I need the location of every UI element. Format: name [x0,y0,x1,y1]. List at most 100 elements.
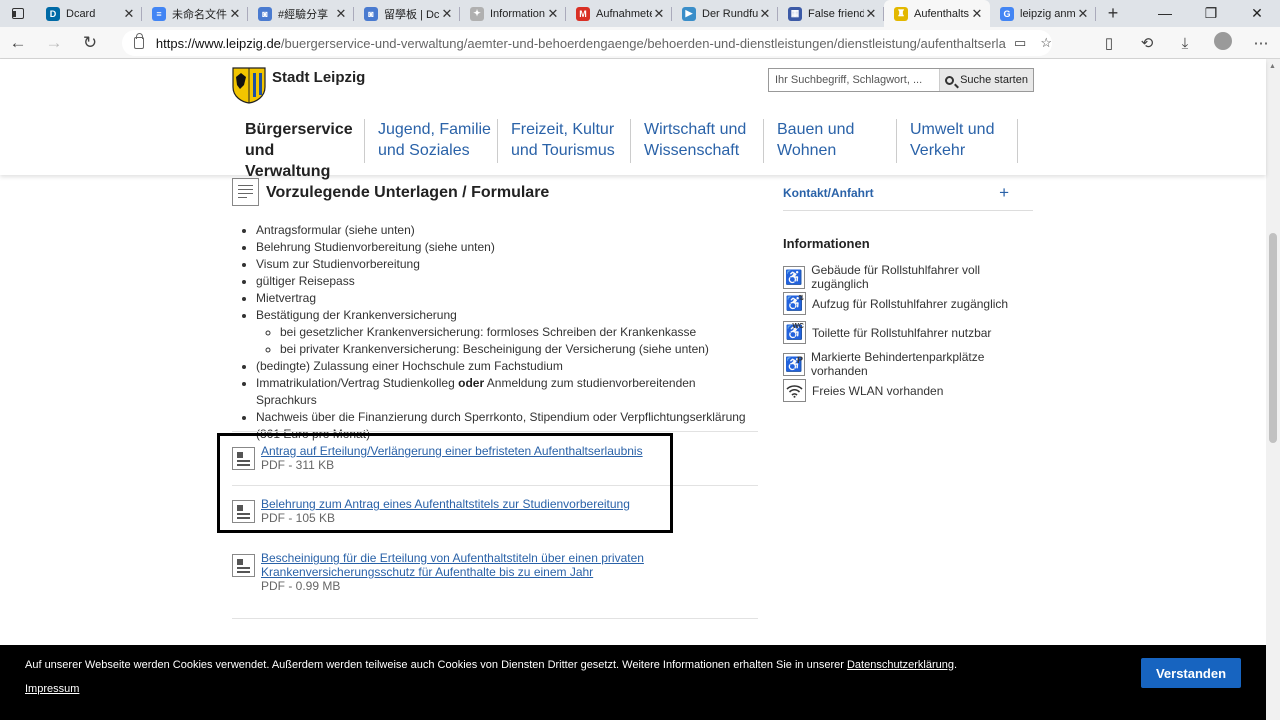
browser-tab[interactable]: ▶ Der Rundfu ✕ [672,0,778,27]
scroll-up-icon[interactable]: ▲ [1269,63,1276,70]
lock-icon[interactable] [134,33,144,49]
nav-bauen-wohnen[interactable]: Bauen und Wohnen [764,119,897,163]
list-item: Nachweis über die Finanzierung durch Spe… [256,409,756,443]
section-title: Vorzulegende Unterlagen / Formulare [266,184,550,201]
tab-title: 未命名文件 [172,8,227,21]
browser-tab[interactable]: ▦ False friend ✕ [778,0,884,27]
info-item: ♿ ⇅ Aufzug für Rollstuhlfahrer zugänglich [783,292,1008,315]
profile-button[interactable] [1204,32,1242,54]
divider [232,618,758,619]
wc-wheelchair-icon: ♿ WC [783,321,806,344]
search-input[interactable] [769,69,939,91]
nav-label: Jugend, Familie [378,121,491,138]
tab-title: #經驗分享 [278,8,329,21]
tab-close-icon[interactable]: ✕ [758,6,772,22]
cookie-message: Auf unserer Webseite werden Cookies verw… [25,659,847,671]
cookie-text: Auf unserer Webseite werden Cookies verw… [25,659,957,671]
wheelchair-icon: ♿ [783,265,806,289]
info-item: ♿ P Markierte Behindertenparkplätze vorha… [783,350,1033,378]
minimize-icon[interactable]: — [1142,5,1188,22]
browser-tab[interactable]: M Aufnahmete ✕ [566,0,672,27]
collections-icon[interactable]: ▯ [1090,34,1128,52]
page-scrollbar[interactable]: ▲ [1266,59,1280,720]
tab-favicon-icon: ♜ [894,6,908,21]
file-meta: PDF - 0.99 MB [261,579,341,593]
scroll-thumb[interactable] [1269,233,1277,443]
browser-tab[interactable]: ♜ Aufenthalts ✕ [884,0,990,27]
info-item: Freies WLAN vorhanden [783,379,943,402]
browser-tab[interactable]: ◙ #經驗分享 ✕ [248,0,354,27]
cookie-banner: Auf unserer Webseite werden Cookies verw… [0,645,1266,720]
browser-tab[interactable]: ≡ 未命名文件 ✕ [142,0,248,27]
sub-list-item: bei privater Krankenversicherung: Besche… [280,341,756,358]
contact-accordion[interactable]: Kontakt/Anfahrt + [783,175,1033,211]
privacy-link[interactable]: Datenschutzerklärung [847,659,954,671]
browser-tab[interactable]: ✦ Information ✕ [460,0,566,27]
reader-view-icon[interactable]: ▭ [1014,35,1026,51]
nav-label: und Tourismus [511,142,615,159]
browser-tab-bar: D Dcard ✕ ≡ 未命名文件 ✕ ◙ #經驗分享 ✕ ◙ 留學板 | Dc ✕ ✦ Informat… [0,0,1280,27]
nav-freizeit-kultur[interactable]: Freizeit, Kultur und Tourismus [498,119,631,163]
tab-title: False friend [808,7,864,20]
tab-close-icon[interactable]: ✕ [228,6,242,22]
browser-tab[interactable]: ◙ 留學板 | Dc ✕ [354,0,460,27]
tab-close-icon[interactable]: ✕ [546,6,560,22]
tab-close-icon[interactable]: ✕ [334,6,348,22]
document-icon [232,178,259,206]
search-icon [945,75,955,85]
info-item: ♿ WC Toilette für Rollstuhlfahrer nutzbar [783,321,991,344]
divider [232,485,758,486]
sub-list: bei gesetzlicher Krankenversicherung: fo… [280,324,756,358]
nav-wirtschaft[interactable]: Wirtschaft und Wissenschaft [631,119,764,163]
nav-label: Umwelt und [910,121,995,138]
url-text[interactable]: https://www.leipzig.de/buergerservice-un… [156,36,1006,51]
tab-favicon-icon: ▦ [788,6,802,21]
new-tab-button[interactable]: + [1096,3,1130,24]
elevator-wheelchair-icon: ♿ ⇅ [783,292,806,315]
file-link[interactable]: Bescheinigung für die Erteilung von Aufe… [261,551,644,579]
nav-umwelt-verkehr[interactable]: Umwelt und Verkehr [897,119,1018,163]
close-window-icon[interactable]: ✕ [1234,5,1280,22]
back-button[interactable]: ← [0,33,36,53]
tab-title: Information [490,7,546,20]
tab-actions-button[interactable] [0,0,36,27]
tab-close-icon[interactable]: ✕ [440,6,454,22]
tab-close-icon[interactable]: ✕ [122,6,136,22]
search-button[interactable]: Suche starten [939,69,1033,91]
accept-cookies-button[interactable]: Verstanden [1141,658,1241,688]
cookie-suffix: . [953,659,958,671]
forward-button[interactable]: → [36,33,72,53]
nav-jugend-familie[interactable]: Jugend, Familie und Soziales [365,119,498,163]
nav-label: Wissenschaft [644,142,740,159]
reload-button[interactable]: ↻ [72,33,108,53]
nav-label: Bauen und [777,121,855,138]
file-link[interactable]: Antrag auf Erteilung/Verlängerung einer … [261,444,643,458]
tab-close-icon[interactable]: ✕ [864,6,878,22]
tab-actions-icon [12,8,24,19]
downloads-icon[interactable]: ⤓ [1166,35,1204,52]
info-text: Gebäude für Rollstuhlfahrer voll zugängl… [811,263,981,291]
impressum-link[interactable]: Impressum [25,683,79,695]
leipzig-crest-icon [232,67,266,104]
file-link[interactable]: Belehrung zum Antrag eines Aufenthaltsti… [261,497,630,511]
pdf-file-icon [232,500,255,523]
tab-close-icon[interactable]: ✕ [1076,6,1090,22]
browser-tab[interactable]: Gleipzig anm ✕ [990,0,1096,27]
history-icon[interactable]: ⟲ [1128,34,1166,52]
more-menu-icon[interactable]: ⋯ [1242,34,1280,52]
tab-title: 留學板 | Dc [384,8,440,21]
site-logo[interactable]: Stadt Leipzig [232,67,365,104]
tab-close-icon[interactable]: ✕ [652,6,666,22]
file-meta: PDF - 311 KB [261,458,335,472]
file-download-antrag: Antrag auf Erteilung/Verlängerung einer … [232,444,758,472]
browser-tab[interactable]: D Dcard ✕ [36,0,142,27]
file-download-belehrung: Belehrung zum Antrag eines Aufenthaltsti… [232,497,758,525]
file-link-line: Krankenversicherungsschutz für Aufenthal… [261,565,594,579]
nav-buergerservice[interactable]: Bürgerservice und Verwaltung [232,119,365,180]
favorite-add-icon[interactable]: ☆ [1040,35,1052,51]
expand-icon: + [999,182,1009,202]
maximize-icon[interactable]: ❐ [1188,5,1234,22]
tab-close-icon[interactable]: ✕ [970,6,984,22]
tab-favicon-icon: ◙ [258,6,272,21]
address-bar[interactable]: https://www.leipzig.de/buergerservice-un… [122,30,1052,56]
